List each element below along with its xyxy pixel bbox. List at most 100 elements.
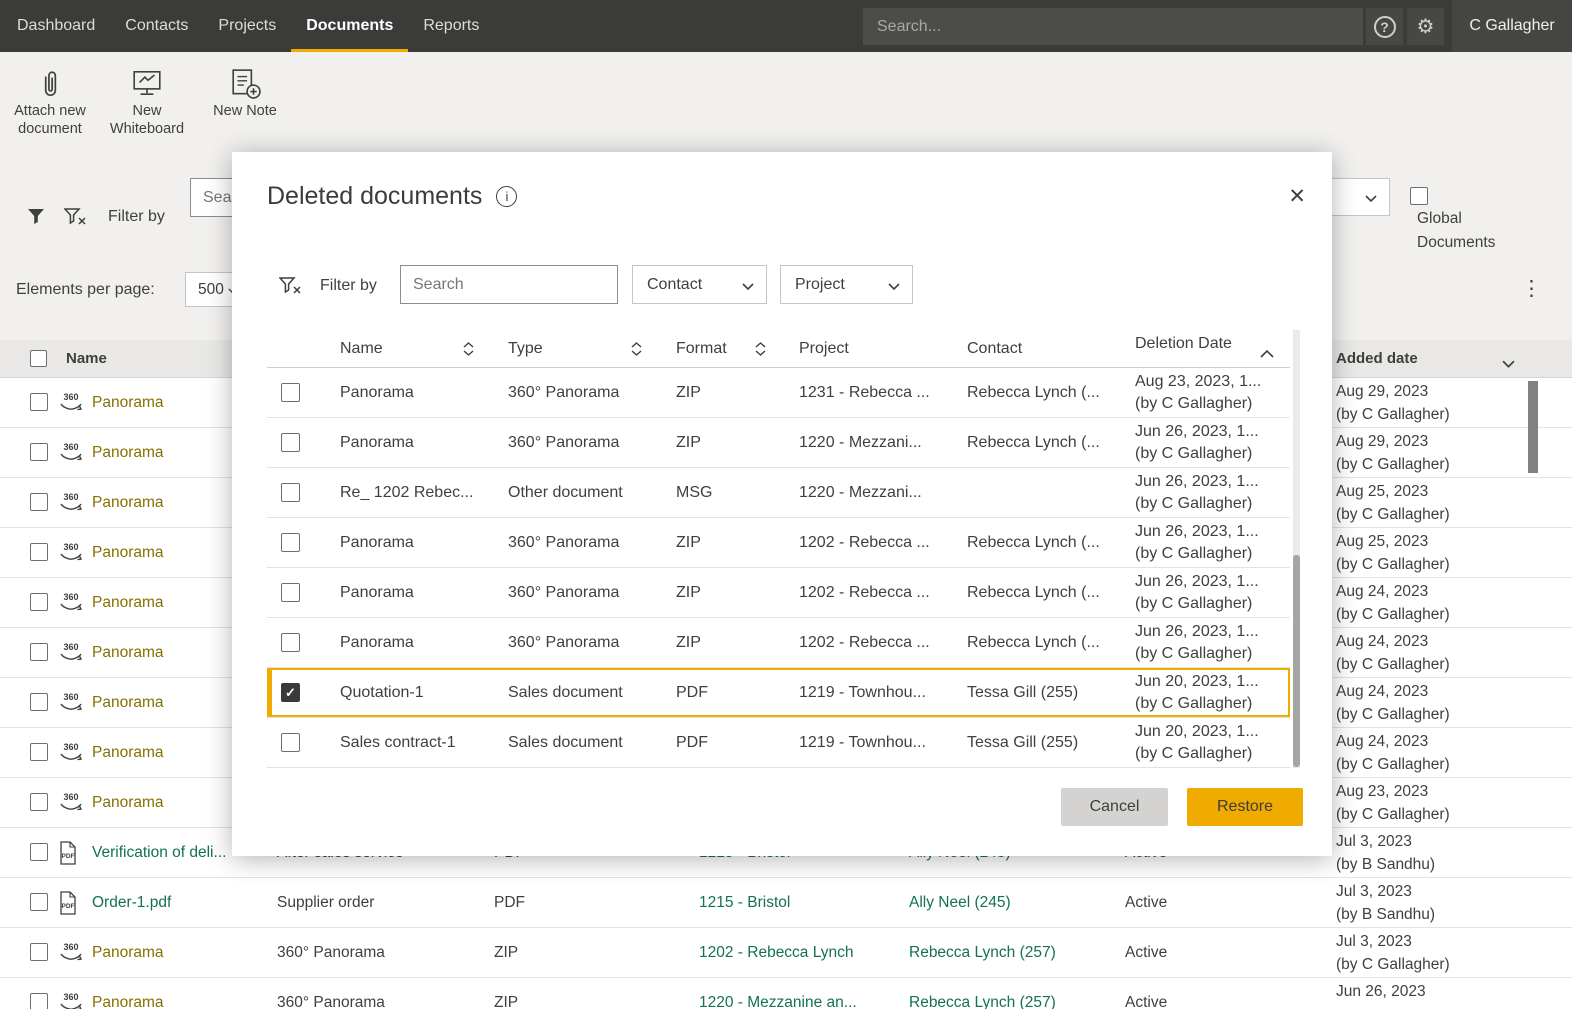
row-checkbox[interactable] <box>281 633 300 652</box>
table-row[interactable]: 360Panorama360° PanoramaZIP1220 - Mezzan… <box>0 978 1572 1009</box>
sort-ascending-icon[interactable] <box>1260 345 1274 363</box>
row-checkbox[interactable] <box>30 843 48 861</box>
document-contact: Rebecca Lynch (... <box>967 418 1125 468</box>
panorama-360-icon: 360 <box>58 391 84 419</box>
document-name-link[interactable]: Panorama <box>92 928 270 978</box>
contact-link[interactable]: Ally Neel (245) <box>909 878 1119 928</box>
row-checkbox[interactable] <box>30 393 48 411</box>
row-checkbox[interactable] <box>30 743 48 761</box>
project-filter-label: Project <box>795 276 845 293</box>
row-checkbox[interactable]: ✓ <box>281 683 300 702</box>
new-note-button[interactable]: New Note <box>200 64 290 120</box>
clear-filter-icon[interactable] <box>64 206 86 231</box>
select-all-checkbox[interactable] <box>30 350 47 367</box>
project-filter-dropdown[interactable]: Project <box>780 265 913 304</box>
project-link[interactable]: 1202 - Rebecca Lynch <box>699 928 902 978</box>
column-header-name[interactable]: Name <box>340 330 498 368</box>
sort-icon[interactable] <box>631 342 642 361</box>
nav-item-contacts[interactable]: Contacts <box>110 0 203 52</box>
row-checkbox[interactable] <box>30 693 48 711</box>
document-name-link[interactable]: Panorama <box>92 978 270 1009</box>
row-checkbox[interactable] <box>30 443 48 461</box>
column-header-format[interactable]: Format <box>676 330 788 368</box>
row-checkbox[interactable] <box>30 943 48 961</box>
deleted-document-row[interactable]: Re_ 1202 Rebec...Other documentMSG1220 -… <box>267 468 1290 518</box>
row-checkbox[interactable] <box>30 543 48 561</box>
row-checkbox[interactable] <box>30 793 48 811</box>
row-checkbox[interactable] <box>30 643 48 661</box>
deleted-document-row[interactable]: ✓Quotation-1Sales documentPDF1219 - Town… <box>267 668 1290 718</box>
nav-item-projects[interactable]: Projects <box>203 0 291 52</box>
toolbar-button-label: New Whiteboard <box>102 102 192 138</box>
row-checkbox[interactable] <box>30 993 48 1009</box>
column-header-project[interactable]: Project <box>799 330 957 368</box>
help-button[interactable]: ? <box>1366 8 1403 45</box>
chevron-down-icon <box>742 283 754 290</box>
row-checkbox[interactable] <box>281 583 300 602</box>
contact-link[interactable]: Rebecca Lynch (257) <box>909 928 1119 978</box>
deleted-document-row[interactable]: Panorama360° PanoramaZIP1202 - Rebecca .… <box>267 618 1290 668</box>
contact-filter-dropdown[interactable]: Contact <box>632 265 767 304</box>
deleted-document-row[interactable]: Panorama360° PanoramaZIP1231 - Rebecca .… <box>267 368 1290 418</box>
new-whiteboard-button[interactable]: New Whiteboard <box>102 64 192 138</box>
row-checkbox[interactable] <box>281 483 300 502</box>
column-header-contact[interactable]: Contact <box>967 330 1125 368</box>
column-header-type[interactable]: Type <box>508 330 666 368</box>
document-name: Panorama <box>340 368 498 418</box>
modal-scrollbar-thumb[interactable] <box>1293 555 1300 767</box>
restore-button[interactable]: Restore <box>1187 788 1303 826</box>
panorama-360-icon: 360 <box>58 441 84 469</box>
sort-icon[interactable] <box>755 342 766 361</box>
contact-link[interactable]: Rebecca Lynch (257) <box>909 978 1119 1009</box>
project-link[interactable]: 1215 - Bristol <box>699 878 902 928</box>
note-icon <box>200 64 290 102</box>
table-row[interactable]: PDFOrder-1.pdfSupplier orderPDF1215 - Br… <box>0 878 1572 928</box>
row-checkbox[interactable] <box>281 433 300 452</box>
sort-icon[interactable] <box>463 342 474 361</box>
document-type: 360° Panorama <box>508 618 666 668</box>
document-type: 360° Panorama <box>508 368 666 418</box>
sort-descending-icon[interactable] <box>1502 355 1515 373</box>
user-menu[interactable]: C Gallagher <box>1452 0 1572 52</box>
whiteboard-icon <box>102 64 192 102</box>
kebab-menu-icon[interactable]: ⋮ <box>1521 276 1542 301</box>
modal-scrollbar-track[interactable] <box>1293 330 1300 768</box>
modal-search-input[interactable] <box>400 265 618 304</box>
row-checkbox[interactable] <box>30 493 48 511</box>
deleted-document-row[interactable]: Panorama360° PanoramaZIP1202 - Rebecca .… <box>267 568 1290 618</box>
row-checkbox[interactable] <box>281 533 300 552</box>
close-icon[interactable]: ✕ <box>1288 184 1306 209</box>
settings-button[interactable]: ⚙ <box>1407 8 1444 45</box>
panorama-360-icon: 360 <box>58 741 84 769</box>
gear-icon: ⚙ <box>1417 14 1435 39</box>
filter-icon[interactable] <box>26 206 46 231</box>
project-link[interactable]: 1220 - Mezzanine an... <box>699 978 902 1009</box>
document-format: ZIP <box>494 978 692 1009</box>
column-header-name[interactable]: Name <box>66 340 107 378</box>
panorama-360-icon: 360 <box>58 991 84 1009</box>
deleted-document-row[interactable]: Panorama360° PanoramaZIP1202 - Rebecca .… <box>267 518 1290 568</box>
info-icon[interactable]: i <box>496 186 517 207</box>
table-scrollbar[interactable] <box>1528 381 1538 473</box>
document-name-link[interactable]: Order-1.pdf <box>92 878 270 928</box>
global-documents-checkbox[interactable] <box>1410 187 1428 205</box>
deleted-document-row[interactable]: Panorama360° PanoramaZIP1220 - Mezzani..… <box>267 418 1290 468</box>
row-checkbox[interactable] <box>281 383 300 402</box>
row-checkbox[interactable] <box>281 733 300 752</box>
row-checkbox[interactable] <box>30 593 48 611</box>
global-search-input[interactable] <box>863 8 1363 45</box>
deleted-document-row[interactable]: Sales contract-1Sales documentPDF1219 - … <box>267 718 1290 768</box>
cancel-button[interactable]: Cancel <box>1061 788 1168 826</box>
clear-filter-icon[interactable] <box>279 275 301 300</box>
nav-item-reports[interactable]: Reports <box>408 0 494 52</box>
nav-item-documents[interactable]: Documents <box>291 0 408 52</box>
column-header-added-date[interactable]: Added date <box>1336 340 1418 378</box>
row-checkbox[interactable] <box>30 893 48 911</box>
deleted-documents-table: Name Type Format Project Contact Deletio… <box>267 330 1290 768</box>
attach-new-document-button[interactable]: Attach new document <box>5 64 95 138</box>
table-row[interactable]: 360Panorama360° PanoramaZIP1202 - Rebecc… <box>0 928 1572 978</box>
nav-item-dashboard[interactable]: Dashboard <box>2 0 110 52</box>
added-date: Aug 29, 2023(by C Gallagher) <box>1336 380 1528 426</box>
document-name: Quotation-1 <box>340 668 498 718</box>
added-date: Jun 26, 2023 <box>1336 980 1528 1003</box>
